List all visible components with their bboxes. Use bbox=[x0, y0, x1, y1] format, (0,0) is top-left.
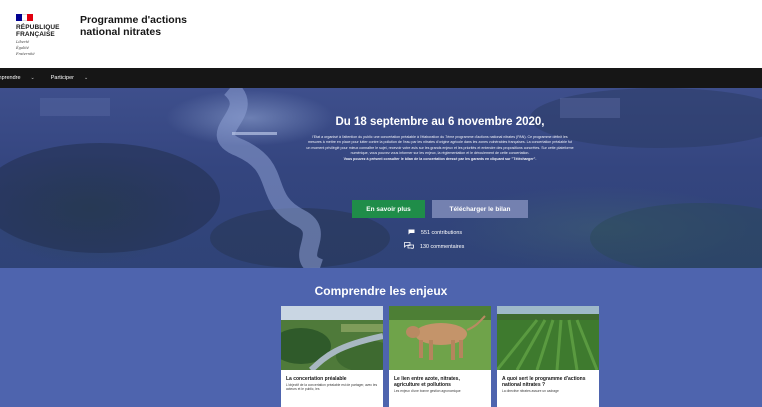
card-concertation[interactable]: La concertation préalable L'objectif de … bbox=[281, 306, 383, 407]
contributions-stat[interactable]: 551 contributions bbox=[408, 229, 462, 237]
motto-fraternite: Fraternité bbox=[16, 52, 35, 56]
card-programme-purpose[interactable]: A quoi sert le programme d'actions natio… bbox=[497, 306, 599, 407]
card-title: La concertation préalable bbox=[286, 376, 347, 382]
card-title: A quoi sert le programme d'actions natio… bbox=[502, 376, 586, 388]
marianne-flag-icon bbox=[16, 14, 34, 21]
nav-item-label: Participer bbox=[50, 75, 74, 81]
main-navigation: mprendre ⌄ Participer ⌄ bbox=[0, 68, 762, 88]
download-report-button[interactable]: Télécharger le bilan bbox=[432, 200, 528, 218]
comments-count: 130 commentaires bbox=[420, 243, 465, 250]
hero-paragraph-1: l'Etat a organisé à l'attention du publi… bbox=[306, 135, 574, 156]
hero-title: Du 18 septembre au 6 novembre 2020, bbox=[335, 116, 545, 128]
nav-item-label: mprendre bbox=[0, 75, 21, 81]
hero-paragraph-2: Vous pouvez à présent consulter le bilan… bbox=[343, 156, 537, 161]
republique-francaise-logo[interactable]: RÉPUBLIQUE FRANÇAISE Liberté Égalité Fra… bbox=[16, 14, 68, 58]
motto-egalite: Égalité bbox=[16, 46, 29, 50]
chevron-down-icon: ⌄ bbox=[83, 75, 89, 81]
river-landscape-image bbox=[281, 306, 383, 370]
chevron-down-icon: ⌄ bbox=[30, 75, 35, 81]
card-description: L'objectif de la concertation préalable … bbox=[286, 383, 378, 392]
section-title: Comprendre les enjeux bbox=[314, 284, 448, 298]
crop-field-image bbox=[497, 306, 599, 370]
understand-issues-section: Comprendre les enjeux La concertation pr… bbox=[0, 268, 762, 407]
contributions-count: 551 contributions bbox=[421, 230, 463, 236]
republic-name-line2: FRANÇAISE bbox=[16, 31, 55, 38]
hero-description: l'Etat a organisé à l'attention du publi… bbox=[306, 135, 574, 162]
nav-item-comprendre[interactable]: mprendre ⌄ bbox=[0, 68, 35, 88]
card-title: Le lien entre azote, nitrates, agricultu… bbox=[394, 376, 460, 388]
nav-item-participer[interactable]: Participer ⌄ bbox=[51, 68, 88, 88]
river-landscape-image bbox=[0, 88, 762, 268]
card-description: Les enjeux d'une bonne gestion agronomiq… bbox=[394, 389, 461, 393]
speech-bubble-icon bbox=[408, 229, 415, 237]
hero-banner: Du 18 septembre au 6 novembre 2020, l'Et… bbox=[0, 88, 762, 268]
republic-name-line1: RÉPUBLIQUE bbox=[16, 24, 60, 31]
site-title[interactable]: Programme d'actions national nitrates bbox=[80, 14, 190, 38]
learn-more-button[interactable]: En savoir plus bbox=[352, 200, 425, 218]
comments-stat[interactable]: 130 commentaires bbox=[404, 242, 464, 251]
card-azote-nitrates[interactable]: Le lien entre azote, nitrates, agricultu… bbox=[389, 306, 491, 407]
comments-icon bbox=[404, 242, 414, 251]
cow-in-field-image bbox=[389, 306, 491, 370]
site-header: RÉPUBLIQUE FRANÇAISE Liberté Égalité Fra… bbox=[0, 0, 762, 68]
card-description: La directive nitrates assure un cadrage bbox=[502, 389, 559, 393]
motto-liberte: Liberté bbox=[16, 40, 30, 44]
